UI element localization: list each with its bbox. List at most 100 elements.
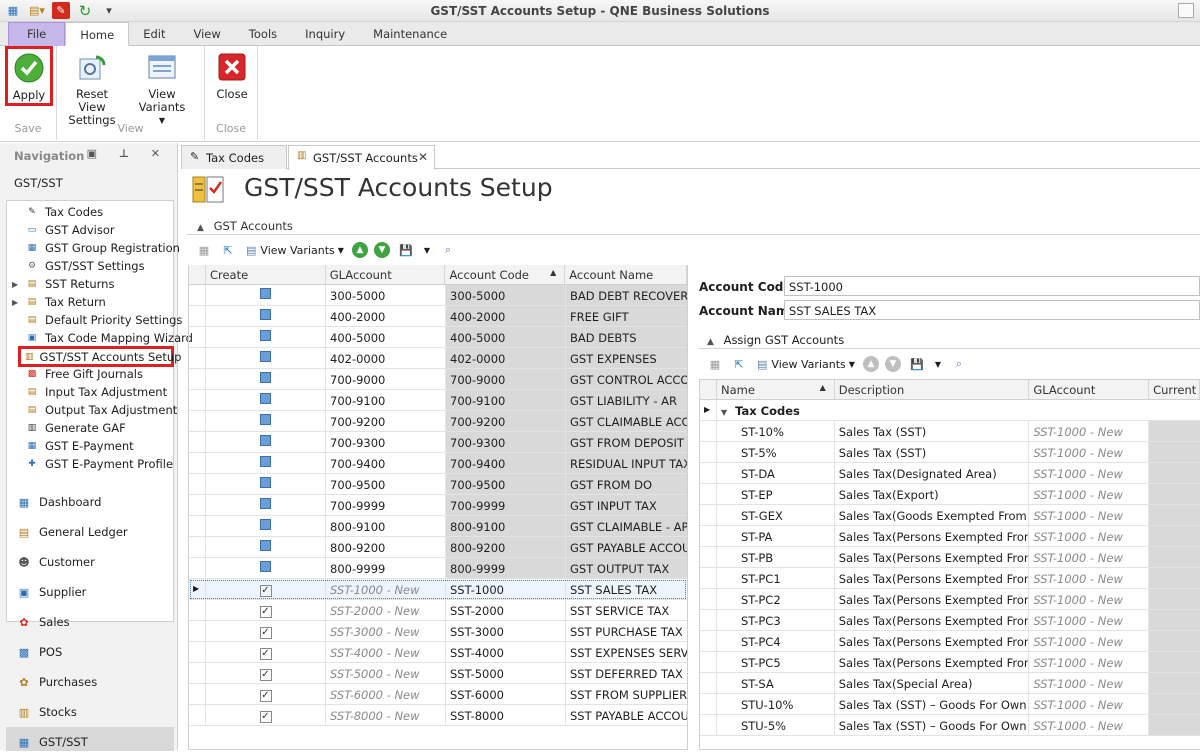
tax-code-description-cell[interactable]: Sales Tax(Persons Exempted From P... (835, 547, 1030, 567)
table-row[interactable]: ST-10% Sales Tax (SST) SST-1000 - New (700, 421, 1200, 442)
create-cell[interactable] (206, 390, 326, 410)
create-checkbox[interactable] (260, 519, 271, 530)
tax-code-current-cell[interactable] (1149, 526, 1200, 546)
table-row[interactable]: ST-DA Sales Tax(Designated Area) SST-1000 … (700, 463, 1200, 484)
tax-code-current-cell[interactable] (1149, 442, 1200, 462)
tax-code-glaccount-cell[interactable]: SST-1000 - New (1029, 421, 1150, 441)
account-name-cell[interactable]: SST PURCHASE TAX (566, 621, 687, 641)
tax-code-description-cell[interactable]: Sales Tax (SST) (835, 442, 1030, 462)
glaccount-cell[interactable]: 700-9200 (326, 411, 446, 431)
tax-code-current-cell[interactable] (1149, 652, 1200, 672)
view-variants-button[interactable]: View Variants ▼ (127, 50, 197, 127)
move-up-icon[interactable]: ▲ (862, 356, 879, 372)
nav-item-output-tax-adjustment[interactable]: ▤ Output Tax Adjustment (7, 401, 178, 419)
tab-inquiry[interactable]: Inquiry (291, 22, 359, 46)
account-code-cell[interactable]: 700-9300 (446, 432, 566, 452)
expand-icon[interactable]: ▶ (12, 280, 18, 289)
tax-code-current-cell[interactable] (1149, 631, 1200, 651)
column-header-description[interactable]: Description (835, 380, 1030, 399)
glaccount-cell[interactable]: 402-0000 (326, 348, 446, 368)
account-name-cell[interactable]: SST SALES TAX (566, 579, 687, 599)
move-down-icon[interactable]: ▼ (884, 356, 901, 372)
tax-code-description-cell[interactable]: Sales Tax(Persons Exempted From P... (835, 652, 1030, 672)
create-cell[interactable] (206, 432, 326, 452)
tax-code-description-cell[interactable]: Sales Tax (SST) (835, 421, 1030, 441)
create-checkbox[interactable]: ✓ (259, 711, 272, 723)
table-row[interactable]: ✓ SST-6000 - New SST-6000 SST FROM SUPPLIER… (189, 684, 687, 705)
nav-item-gst-advisor[interactable]: ▭ GST Advisor (7, 221, 115, 239)
table-row[interactable]: STU-10%Sales Tax (SST) – Goods For Own U… (700, 694, 1200, 715)
tax-code-glaccount-cell[interactable]: SST-1000 - New (1029, 547, 1150, 567)
glaccount-cell[interactable]: SST-8000 - New (326, 705, 446, 725)
tax-code-description-cell[interactable]: Sales Tax (SST) – Goods For Own Us... (835, 694, 1030, 714)
find-icon[interactable]: ⌕ (949, 354, 969, 374)
nav-category-dashboard[interactable]: ▦ Dashboard (6, 488, 174, 516)
create-cell[interactable]: ✓ (206, 642, 326, 662)
table-row[interactable]: ST-PASales Tax(Persons Exempted From P..… (700, 526, 1200, 547)
tax-code-current-cell[interactable] (1149, 610, 1200, 630)
account-code-cell[interactable]: 800-9999 (446, 558, 566, 578)
create-checkbox[interactable] (260, 393, 271, 404)
glaccount-cell[interactable]: 300-5000 (326, 285, 446, 305)
account-name-cell[interactable]: SST FROM SUPPLIER... (566, 684, 687, 704)
apply-button[interactable]: Apply (5, 46, 53, 106)
create-cell[interactable]: ✓ (206, 684, 326, 704)
tax-code-current-cell[interactable] (1149, 694, 1200, 714)
reset-view-settings-button[interactable]: Reset View Settings (61, 50, 123, 127)
tax-code-glaccount-cell[interactable]: SST-1000 - New (1029, 652, 1150, 672)
create-cell[interactable]: ✓ (206, 600, 326, 620)
tax-code-description-cell[interactable]: Sales Tax(Persons Exempted From P... (835, 631, 1030, 651)
tax-code-description-cell[interactable]: Sales Tax(Persons Exempted From P... (835, 610, 1030, 630)
panel-controls-icon[interactable]: ▣ ⊥ ✕ (87, 147, 169, 160)
create-cell[interactable] (206, 411, 326, 431)
account-code-cell[interactable]: 400-5000 (446, 327, 566, 347)
account-code-cell[interactable]: 400-2000 (446, 306, 566, 326)
tax-code-current-cell[interactable] (1149, 505, 1200, 525)
tax-code-name-cell[interactable]: ST-PA (737, 526, 835, 546)
table-row[interactable]: ✓ SST-3000 - New SST-3000 SST PURCHASE TAX (189, 621, 687, 642)
account-code-cell[interactable]: 800-9200 (446, 537, 566, 557)
create-checkbox[interactable] (260, 435, 271, 446)
export-icon[interactable]: ⇱ (218, 240, 238, 260)
tax-code-current-cell[interactable] (1149, 547, 1200, 567)
create-cell[interactable] (206, 369, 326, 389)
tax-code-glaccount-cell[interactable]: SST-1000 - New (1029, 631, 1150, 651)
tax-code-glaccount-cell[interactable]: SST-1000 - New (1029, 484, 1150, 504)
table-row[interactable]: ✓ SST-2000 - New SST-2000 SST SERVICE TAX (189, 600, 687, 621)
create-cell[interactable] (206, 306, 326, 326)
nav-item-gst-sst-settings[interactable]: ⚙ GST/SST Settings (7, 257, 145, 275)
tax-code-name-cell[interactable]: ST-5% (737, 442, 835, 462)
tax-code-description-cell[interactable]: Sales Tax(Persons Exempted From P... (835, 526, 1030, 546)
tax-code-glaccount-cell[interactable]: SST-1000 - New (1029, 442, 1150, 462)
nav-item-free-gift-journals[interactable]: ▩ Free Gift Journals (7, 365, 143, 383)
create-cell[interactable] (206, 558, 326, 578)
nav-item-gst-sst-accounts-setup[interactable]: ▥ GST/SST Accounts Setup (18, 346, 181, 367)
tax-code-glaccount-cell[interactable]: SST-1000 - New (1029, 526, 1150, 546)
column-header-create[interactable]: Create (206, 265, 326, 284)
nav-item-gst-group-registration[interactable]: ▦ GST Group Registration (7, 239, 180, 257)
nav-category-customer[interactable]: ☻ Customer (6, 548, 174, 576)
close-tab-icon[interactable]: ✕ (418, 150, 428, 164)
glaccount-cell[interactable]: SST-3000 - New (326, 621, 446, 641)
nav-item-input-tax-adjustment[interactable]: ▤ Input Tax Adjustment (7, 383, 167, 401)
create-cell[interactable] (206, 537, 326, 557)
account-code-field[interactable]: SST-1000 (784, 276, 1200, 296)
find-icon[interactable]: ⌕ (438, 240, 458, 260)
create-cell[interactable] (206, 516, 326, 536)
tab-tools[interactable]: Tools (235, 22, 291, 46)
create-checkbox[interactable] (260, 561, 271, 572)
account-code-cell[interactable]: SST-2000 (446, 600, 566, 620)
window-control-icon[interactable] (1178, 3, 1194, 18)
create-checkbox[interactable] (260, 372, 271, 383)
table-row[interactable]: 700-9200700-9200GST CLAIMABLE ACC... (189, 411, 687, 432)
account-name-cell[interactable]: GST OUTPUT TAX (566, 558, 687, 578)
glaccount-cell[interactable]: 400-5000 (326, 327, 446, 347)
create-checkbox[interactable] (260, 498, 271, 509)
create-cell[interactable] (206, 453, 326, 473)
account-name-cell[interactable]: SST PAYABLE ACCOUNT (566, 705, 687, 725)
table-row[interactable]: ✓ SST-5000 - New SST-5000 SST DEFERRED TAX (189, 663, 687, 684)
column-header-account-code[interactable]: Account Code ▲ (445, 265, 566, 284)
create-checkbox[interactable] (260, 330, 271, 341)
create-checkbox[interactable]: ✓ (259, 585, 272, 597)
account-name-cell[interactable]: GST FROM DEPOSIT (566, 432, 687, 452)
